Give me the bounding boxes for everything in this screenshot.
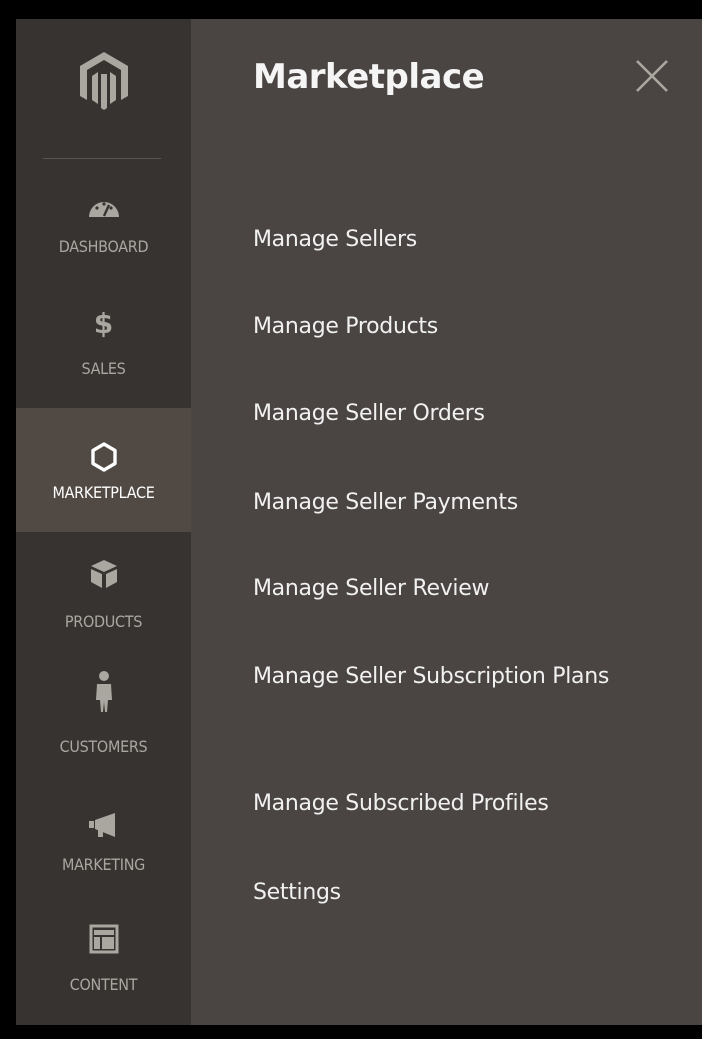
sidebar-item-label: CUSTOMERS bbox=[59, 737, 148, 756]
person-icon bbox=[16, 670, 191, 714]
sidebar-item-label: PRODUCTS bbox=[64, 612, 143, 631]
dollar-icon: $ bbox=[93, 307, 114, 340]
sidebar-item-label: CONTENT bbox=[69, 975, 138, 994]
sidebar-item-marketplace[interactable]: MARKETPLACE bbox=[16, 408, 191, 532]
submenu-item-manage-seller-payments[interactable]: Manage Seller Payments bbox=[253, 485, 673, 521]
submenu-item-manage-seller-subscription-plans[interactable]: Manage Seller Subscription Plans bbox=[253, 659, 633, 695]
admin-sidebar: DASHBOARD $ SALES MARKETPLACE PRODUCTS C… bbox=[16, 19, 191, 1025]
submenu-item-manage-sellers[interactable]: Manage Sellers bbox=[253, 222, 673, 258]
admin-frame: DASHBOARD $ SALES MARKETPLACE PRODUCTS C… bbox=[0, 0, 702, 1039]
sidebar-item-label: MARKETPLACE bbox=[52, 483, 155, 502]
submenu-item-manage-seller-orders[interactable]: Manage Seller Orders bbox=[253, 396, 673, 432]
box-icon bbox=[16, 558, 191, 590]
megaphone-icon bbox=[16, 812, 191, 838]
marketplace-submenu-panel: Marketplace Manage Sellers Manage Produc… bbox=[191, 19, 702, 1025]
close-button[interactable] bbox=[633, 57, 671, 95]
submenu-item-manage-products[interactable]: Manage Products bbox=[253, 309, 673, 345]
logo[interactable] bbox=[16, 19, 191, 159]
sidebar-item-customers[interactable]: CUSTOMERS bbox=[16, 656, 191, 780]
sidebar-item-products[interactable]: PRODUCTS bbox=[16, 532, 191, 656]
close-icon bbox=[636, 60, 668, 92]
sidebar-item-label: DASHBOARD bbox=[58, 237, 149, 256]
logo-divider bbox=[43, 158, 161, 159]
sidebar-item-marketing[interactable]: MARKETING bbox=[16, 780, 191, 904]
magento-logo-icon bbox=[80, 52, 128, 110]
submenu-item-settings[interactable]: Settings bbox=[253, 875, 673, 911]
submenu-item-manage-subscribed-profiles[interactable]: Manage Subscribed Profiles bbox=[253, 786, 673, 822]
layout-icon bbox=[16, 924, 191, 954]
hexagon-icon bbox=[16, 442, 191, 472]
sidebar-item-content[interactable]: CONTENT bbox=[16, 903, 191, 1027]
sidebar-item-sales[interactable]: $ SALES bbox=[16, 287, 191, 411]
speedometer-icon bbox=[16, 196, 191, 218]
sidebar-item-dashboard[interactable]: DASHBOARD bbox=[16, 163, 191, 287]
panel-title: Marketplace bbox=[253, 57, 485, 97]
sidebar-item-label: SALES bbox=[81, 359, 126, 378]
submenu-item-manage-seller-review[interactable]: Manage Seller Review bbox=[253, 571, 633, 607]
sidebar-item-label: MARKETING bbox=[61, 855, 146, 874]
